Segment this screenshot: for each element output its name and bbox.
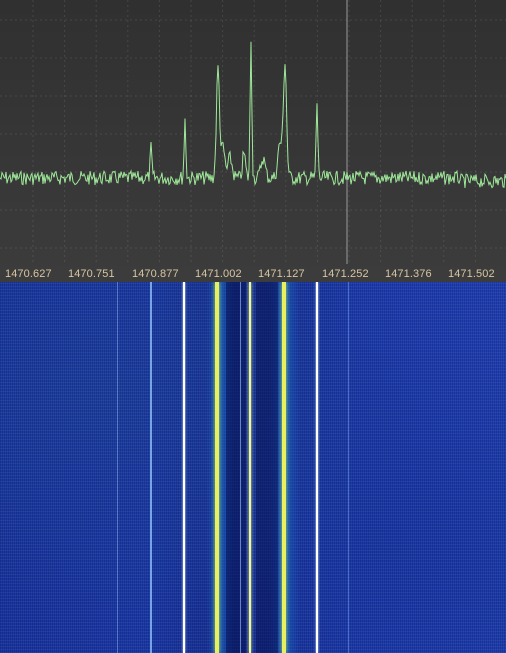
waterfall-carrier-trace <box>240 282 241 653</box>
frequency-tick-label: 1470.627 <box>5 268 52 280</box>
waterfall-display[interactable] <box>0 282 506 653</box>
waterfall-signal-trace <box>249 282 251 653</box>
waterfall-carrier-trace <box>183 282 185 653</box>
frequency-tick-label: 1471.502 <box>448 268 495 280</box>
frequency-axis: 1470.627 1470.751 1470.877 1471.002 1471… <box>0 264 506 282</box>
sdr-receiver-view: 1470.627 1470.751 1470.877 1471.002 1471… <box>0 0 506 653</box>
waterfall-noise-texture <box>0 282 506 653</box>
waterfall-carrier-trace <box>117 282 118 653</box>
frequency-tick-label: 1471.376 <box>385 268 432 280</box>
waterfall-signal-trace <box>215 282 219 653</box>
spectrum-grid <box>0 0 506 264</box>
waterfall-carrier-trace <box>150 282 152 653</box>
waterfall-dark-band <box>256 282 278 653</box>
frequency-tick-label: 1471.127 <box>258 268 305 280</box>
waterfall-carrier-trace <box>316 282 318 653</box>
waterfall-signal-trace <box>282 282 286 653</box>
frequency-tick-label: 1471.002 <box>195 268 242 280</box>
spectrum-trace <box>0 41 506 189</box>
frequency-tick-label: 1470.877 <box>132 268 179 280</box>
spectrum-svg <box>0 0 506 264</box>
waterfall-dark-band <box>226 282 246 653</box>
frequency-tick-label: 1471.252 <box>322 268 369 280</box>
spectrum-plot[interactable]: 1470.627 1470.751 1470.877 1471.002 1471… <box>0 0 506 282</box>
waterfall-carrier-trace <box>348 282 349 653</box>
frequency-tick-label: 1470.751 <box>68 268 115 280</box>
